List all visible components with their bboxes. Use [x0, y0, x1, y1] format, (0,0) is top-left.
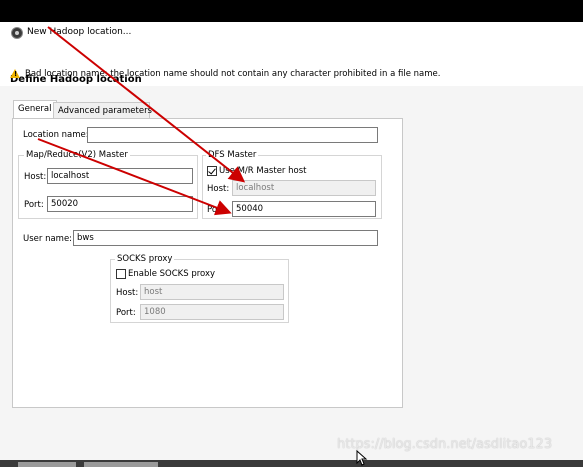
- socks-host-label: Host:: [116, 288, 139, 298]
- dialog-button-right[interactable]: [84, 462, 158, 467]
- socks-proxy-title: SOCKS proxy: [115, 254, 175, 264]
- user-name-input[interactable]: bws: [73, 230, 378, 246]
- dfs-host-label: Host:: [207, 184, 230, 194]
- socks-host-input[interactable]: host: [140, 284, 284, 300]
- dfs-host-input[interactable]: localhost: [232, 180, 376, 196]
- mapreduce-host-label: Host:: [24, 172, 47, 182]
- dfs-master-title: DFS Master: [206, 150, 259, 160]
- dfs-port-label: Port:: [207, 205, 227, 215]
- tab-general[interactable]: General: [13, 100, 57, 118]
- warning-icon: !: [10, 69, 20, 78]
- mouse-cursor-icon: [356, 450, 368, 466]
- location-name-label: Location name:: [23, 130, 89, 140]
- socks-port-label: Port:: [116, 308, 136, 318]
- tab-advanced-label: Advanced parameters: [58, 106, 152, 116]
- warning-message: Bad location name: the location name sho…: [25, 69, 441, 79]
- watermark: https://blog.csdn.net/asdlitao123: [337, 437, 553, 452]
- socks-port-input[interactable]: 1080: [140, 304, 284, 320]
- mapreduce-host-input[interactable]: localhost: [47, 168, 193, 184]
- dialog-window: New Hadoop location... Define Hadoop loc…: [0, 22, 583, 467]
- title-bar: New Hadoop location...: [0, 22, 583, 44]
- tab-advanced-parameters[interactable]: Advanced parameters: [53, 102, 152, 118]
- dfs-port-input[interactable]: 50040: [232, 201, 376, 217]
- dialog-button-left[interactable]: [18, 462, 76, 467]
- tab-general-label: General: [18, 104, 52, 114]
- use-mr-master-host-label: Use M/R Master host: [219, 166, 307, 176]
- mapreduce-port-label: Port:: [24, 200, 44, 210]
- mapreduce-master-title: Map/Reduce(V2) Master: [24, 150, 130, 160]
- use-mr-master-host-checkbox[interactable]: [207, 166, 217, 176]
- window-title: New Hadoop location...: [27, 27, 132, 37]
- hadoop-elephant-icon: [11, 27, 23, 39]
- user-name-label: User name:: [23, 234, 73, 244]
- location-name-input[interactable]: [87, 127, 378, 143]
- enable-socks-proxy-label: Enable SOCKS proxy: [128, 269, 216, 279]
- mapreduce-port-input[interactable]: 50020: [47, 196, 193, 212]
- enable-socks-proxy-checkbox[interactable]: [116, 269, 126, 279]
